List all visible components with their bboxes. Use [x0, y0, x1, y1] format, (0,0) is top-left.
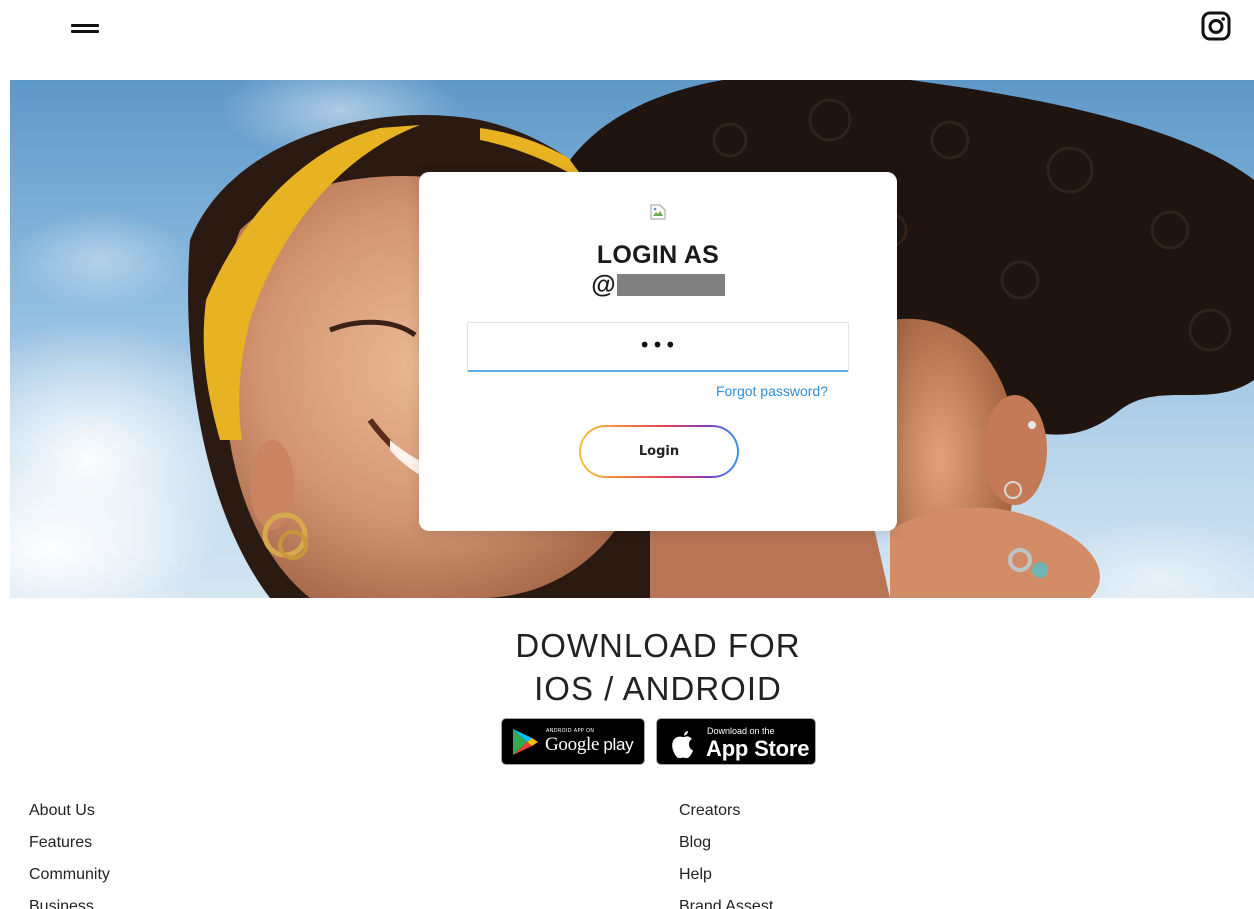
footer-link-blog[interactable]: Blog: [679, 827, 773, 859]
footer-link-features[interactable]: Features: [29, 827, 110, 859]
footer-link-business[interactable]: Business: [29, 891, 110, 909]
download-heading-line1: DOWNLOAD FOR: [515, 627, 801, 664]
app-store-badge[interactable]: Download on the App Store: [656, 718, 816, 765]
username-prefix: @: [591, 271, 616, 299]
google-play-icon: [513, 729, 538, 755]
footer-link-community[interactable]: Community: [29, 859, 110, 891]
footer-link-creators[interactable]: Creators: [679, 795, 773, 827]
login-title: LOGIN AS: [596, 241, 720, 269]
instagram-icon[interactable]: [1200, 10, 1232, 42]
forgot-password-link[interactable]: Forgot password?: [669, 383, 828, 399]
app-store-small-text: Download on the: [707, 726, 775, 736]
google-play-badge[interactable]: ANDROID APP ON Google play: [501, 718, 645, 765]
apple-icon: [672, 731, 693, 759]
download-heading: DOWNLOAD FOR IOS / ANDROID: [0, 624, 1254, 710]
broken-image-icon: [650, 204, 666, 220]
hamburger-menu-icon[interactable]: [71, 22, 99, 36]
redacted-username: [616, 274, 725, 296]
login-button[interactable]: Login: [579, 425, 739, 478]
app-store-label: App Store: [706, 736, 810, 761]
username-display: @: [419, 270, 897, 300]
footer-link-help[interactable]: Help: [679, 859, 773, 891]
footer-left-links: About Us Features Community Business: [29, 795, 110, 909]
google-play-label: Google play: [545, 734, 634, 756]
top-bar: [0, 0, 1254, 70]
download-heading-line2: IOS / ANDROID: [534, 670, 782, 707]
login-card: LOGIN AS @ ••• Forgot password? Login: [419, 172, 897, 531]
play-text: play: [603, 735, 634, 754]
footer-link-about-us[interactable]: About Us: [29, 795, 110, 827]
password-field[interactable]: •••: [467, 322, 849, 372]
footer-link-brand-assets[interactable]: Brand Assest: [679, 891, 773, 909]
google-brand-text: Google: [545, 734, 600, 755]
login-button-label: Login: [581, 427, 737, 476]
footer-right-links: Creators Blog Help Brand Assest: [679, 795, 773, 909]
